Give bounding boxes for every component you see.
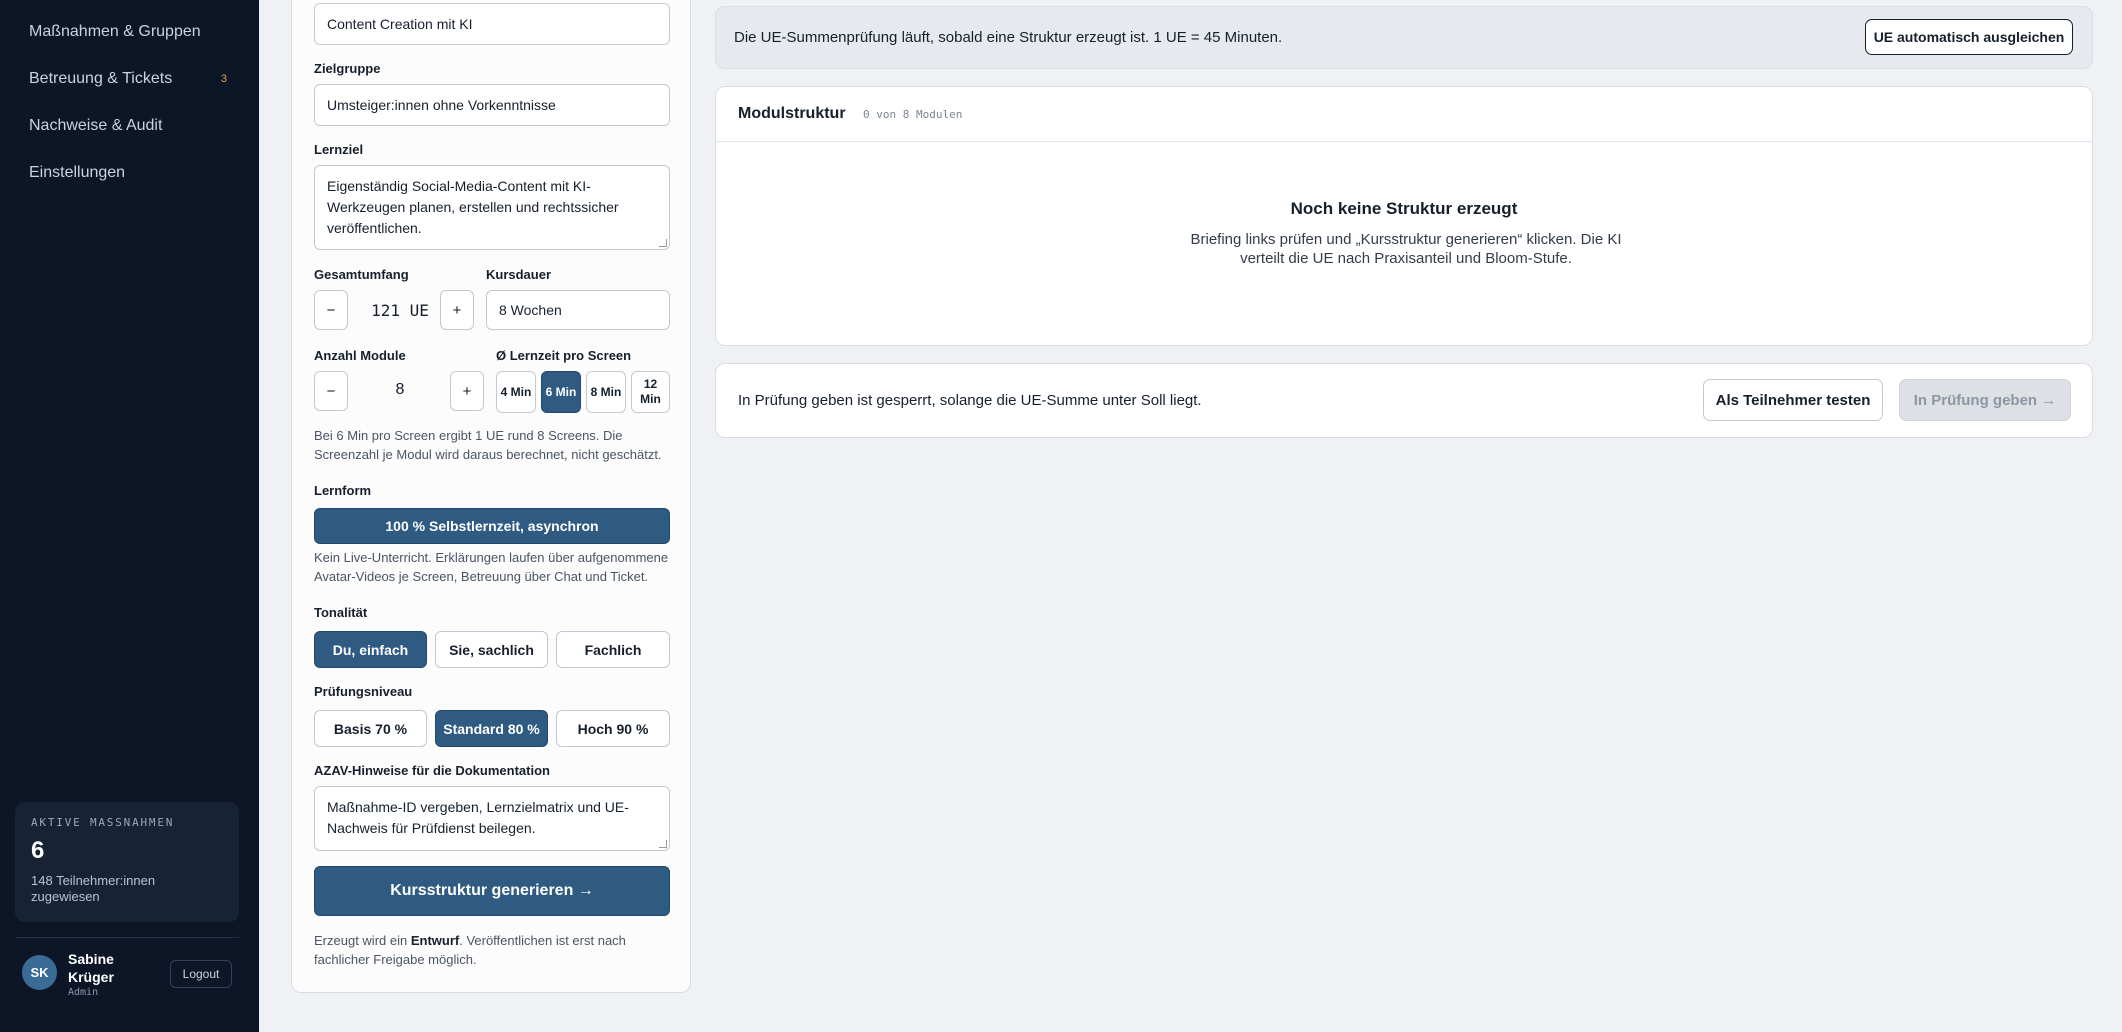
course-duration-label: Kursdauer (486, 267, 552, 282)
learning-goal-textarea[interactable]: Eigenständig Social-Media-Content mit KI… (314, 165, 670, 250)
avatar: SK (22, 955, 57, 990)
sidebar-item-massnahmen[interactable]: Maßnahmen & Gruppen (29, 23, 229, 41)
participants-assigned: 148 Teilnehmer:innen zugewiesen (31, 873, 156, 904)
ticket-count-badge: 3 (220, 73, 227, 85)
module-count-label: Anzahl Module (314, 348, 406, 363)
sidebar-item-nachweise[interactable]: Nachweise & Audit (29, 117, 229, 135)
draft-note-text: Erzeugt wird ein (314, 933, 411, 948)
target-group-label: Zielgruppe (314, 61, 381, 76)
sidebar: Maßnahmen & Gruppen Betreuung & Tickets … (0, 0, 259, 1032)
screen-calc-hint: Bei 6 Min pro Screen ergibt 1 UE rund 8 … (314, 428, 662, 462)
logout-button[interactable]: Logout (170, 960, 232, 988)
course-duration-input[interactable]: 8 Wochen (486, 290, 670, 330)
briefing-form: Content Creation mit KI Zielgruppe Umste… (291, 0, 691, 993)
submit-review-button[interactable]: In Prüfung geben → (1899, 379, 2071, 421)
sidebar-item-einstellungen[interactable]: Einstellungen (29, 164, 229, 182)
tone-sie-sachlich[interactable]: Sie, sachlich (435, 631, 548, 668)
learnform-label: Lernform (314, 483, 372, 498)
ue-check-info-bar: Die UE-Summenprüfung läuft, sobald eine … (715, 6, 2093, 69)
azav-label: AZAV-Hinweise für die Dokumentation (314, 763, 550, 778)
submit-locked-text: In Prüfung geben ist gesperrt, solange d… (738, 392, 1202, 409)
tone-du-einfach[interactable]: Du, einfach (314, 631, 427, 668)
active-measures-count: 6 (31, 837, 45, 864)
active-measures-label: AKTIVE MASSNAHMEN (31, 816, 175, 829)
module-structure-header: Modulstruktur 0 von 8 Modulen (716, 87, 2092, 142)
active-measures-card: AKTIVE MASSNAHMEN 6 148 Teilnehmer:innen… (15, 802, 239, 922)
tone-fachlich[interactable]: Fachlich (556, 631, 670, 668)
exam-basis[interactable]: Basis 70 % (314, 710, 427, 747)
learning-goal-text: Eigenständig Social-Media-Content mit KI… (327, 178, 619, 236)
resize-handle-icon[interactable] (659, 840, 667, 848)
module-structure-title: Modulstruktur (738, 105, 846, 122)
test-as-participant-button[interactable]: Als Teilnehmer testen (1703, 379, 1883, 421)
screen-time-4min[interactable]: 4 Min (496, 371, 536, 413)
module-count-value: 8 (395, 381, 405, 398)
tone-label: Tonalität (314, 605, 368, 620)
screen-time-6min[interactable]: 6 Min (541, 371, 581, 413)
volume-decrease-button[interactable]: − (314, 290, 348, 330)
sidebar-item-label: Nachweise & Audit (29, 117, 163, 134)
modules-increase-button[interactable]: + (450, 371, 484, 411)
user-role: Admin (68, 987, 99, 998)
ue-check-info-text: Die UE-Summenprüfung läuft, sobald eine … (734, 29, 1283, 46)
module-structure-count: 0 von 8 Modulen (863, 108, 963, 121)
user-name: Sabine Krüger (68, 951, 114, 985)
module-structure-card: Modulstruktur 0 von 8 Modulen Noch keine… (715, 86, 2093, 346)
learnform-hint: Kein Live-Unterricht. Erklärungen laufen… (314, 550, 669, 584)
course-title-input[interactable]: Content Creation mit KI (314, 3, 670, 45)
total-volume-value: 121 UE (371, 301, 429, 320)
learnform-selector[interactable]: 100 % Selbstlernzeit, asynchron (314, 508, 670, 544)
empty-state-text: Briefing links prüfen und „Kursstruktur … (1190, 231, 1622, 267)
screen-time-8min[interactable]: 8 Min (586, 371, 626, 413)
azav-notes-textarea[interactable]: Maßnahme-ID vergeben, Lernzielmatrix und… (314, 786, 670, 851)
screen-time-12min[interactable]: 12 Min (631, 371, 670, 413)
sidebar-item-label: Betreuung & Tickets (29, 70, 173, 87)
draft-note: Erzeugt wird ein Entwurf. Veröffentliche… (314, 931, 674, 969)
sidebar-item-label: Maßnahmen & Gruppen (29, 23, 201, 40)
sidebar-item-betreuung[interactable]: Betreuung & Tickets 3 (29, 70, 229, 88)
total-volume-label: Gesamtumfang (314, 267, 409, 282)
learning-goal-label: Lernziel (314, 142, 364, 157)
screen-time-label: Ø Lernzeit pro Screen (496, 348, 632, 363)
generate-structure-button[interactable]: Kursstruktur generieren → (314, 866, 670, 916)
sidebar-divider (15, 937, 239, 938)
exam-hoch[interactable]: Hoch 90 % (556, 710, 670, 747)
draft-note-emphasis: Entwurf (410, 933, 460, 948)
empty-state-title: Noch keine Struktur erzeugt (1290, 199, 1518, 218)
volume-increase-button[interactable]: + (440, 290, 474, 330)
azav-notes-text: Maßnahme-ID vergeben, Lernzielmatrix und… (327, 799, 629, 836)
exam-level-label: Prüfungsniveau (314, 684, 413, 699)
sidebar-item-label: Einstellungen (29, 164, 126, 181)
balance-ue-button[interactable]: UE automatisch ausgleichen (1865, 19, 2073, 55)
exam-standard[interactable]: Standard 80 % (435, 710, 548, 747)
modules-decrease-button[interactable]: − (314, 371, 348, 411)
submit-review-card: In Prüfung geben ist gesperrt, solange d… (715, 363, 2093, 438)
resize-handle-icon[interactable] (659, 239, 667, 247)
target-group-input[interactable]: Umsteiger:innen ohne Vorkenntnisse (314, 84, 670, 126)
